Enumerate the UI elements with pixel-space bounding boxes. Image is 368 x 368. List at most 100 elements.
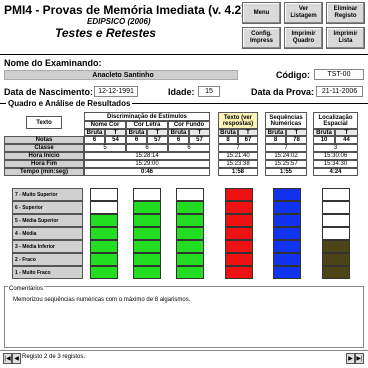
bar-segment	[133, 188, 161, 201]
score-cell: 54	[105, 136, 126, 144]
name-color-header: Nome Cor	[84, 121, 126, 129]
class-cell: 7	[265, 144, 307, 152]
bar-segment	[273, 266, 301, 279]
end-time-cell: 15:23:38	[218, 160, 258, 168]
menu-button[interactable]: Menu	[242, 2, 281, 24]
bar-segment	[273, 214, 301, 227]
header: PMI4 - Provas de Memória Imediata (v. 4.…	[0, 0, 368, 52]
bar-segment	[90, 266, 118, 279]
print-chart-button[interactable]: Imprimir Quadro	[284, 27, 323, 49]
comments-box[interactable]: Comentários Memorizou sequências numéric…	[4, 286, 364, 348]
bar-segment	[176, 201, 204, 214]
name-label: Nome do Examinando:	[4, 58, 102, 68]
class-cell: 6	[126, 144, 168, 152]
record-counter: Registo 2 de 3 registos.	[22, 354, 86, 360]
bruta-label: Bruta	[84, 129, 105, 136]
print-config-button[interactable]: Config. Impress	[242, 27, 281, 49]
code-label: Código:	[276, 70, 310, 80]
first-record-icon[interactable]: |◀	[3, 353, 12, 364]
bar-segment	[176, 188, 204, 201]
t-label: T	[238, 129, 258, 136]
duration-cell: 1:55	[265, 168, 307, 176]
score-cell: 57	[189, 136, 210, 144]
duration-cell: 1:58	[218, 168, 258, 176]
end-time-cell: 15:25:57	[265, 160, 307, 168]
bar-segment	[133, 227, 161, 240]
bruta-label: Bruta	[313, 129, 335, 136]
end-time-cell: 15:29:00	[84, 160, 210, 168]
row-label-hora-fim: Hora Fim	[4, 160, 84, 168]
score-cell: 57	[147, 136, 168, 144]
bar-segment	[322, 240, 350, 253]
bruta-label: Bruta	[218, 129, 238, 136]
score-cell: 78	[286, 136, 307, 144]
previous-record-icon[interactable]: ◀	[12, 353, 21, 364]
app-title: PMI4 - Provas de Memória Imediata (v. 4.…	[4, 3, 246, 17]
bar-segment	[176, 253, 204, 266]
bar-segment	[133, 266, 161, 279]
bar-segment	[176, 266, 204, 279]
bar-segment	[133, 201, 161, 214]
last-record-icon[interactable]: ▶|	[355, 353, 364, 364]
score-cell: 67	[238, 136, 258, 144]
level-label: 2 - Fraco	[12, 253, 83, 266]
bruta-label: Bruta	[168, 129, 189, 136]
test-date-field[interactable]: 21-11-2006	[316, 86, 363, 97]
birth-date-label: Data de Nascimento:	[4, 87, 94, 97]
app-subtitle: EDIPSICO (2006)	[87, 17, 151, 26]
name-field[interactable]: Anacleto Santinho	[4, 70, 238, 80]
bar-segment	[90, 227, 118, 240]
score-cell: 44	[335, 136, 358, 144]
bar-segment	[225, 266, 253, 279]
score-cell: 6	[168, 136, 189, 144]
score-cell: 8	[265, 136, 286, 144]
birth-date-field[interactable]: 12-12-1991	[94, 86, 138, 97]
bar-segment	[225, 227, 253, 240]
bar-segment	[273, 240, 301, 253]
start-time-cell: 15:30:06	[313, 152, 358, 160]
row-label-hora-inicio: Hora Início	[4, 152, 84, 160]
bar-segment	[273, 188, 301, 201]
bar-segment	[322, 188, 350, 201]
level-label: 4 - Média	[12, 227, 83, 240]
start-time-cell: 15:24:02	[265, 152, 307, 160]
class-cell: 6	[168, 144, 210, 152]
level-label: 7 - Muito Superior	[12, 188, 83, 201]
bruta-label: Bruta	[126, 129, 147, 136]
view-list-button[interactable]: Ver Listagem	[284, 2, 323, 24]
bar-segment	[133, 240, 161, 253]
row-label-classe: Classe	[4, 144, 84, 152]
class-cell: 5	[84, 144, 126, 152]
end-time-cell: 15:34:30	[313, 160, 358, 168]
t-label: T	[105, 129, 126, 136]
bar-segment	[225, 214, 253, 227]
bar-segment	[176, 240, 204, 253]
sequences-header: Sequências Numéricas	[265, 112, 307, 129]
row-label-tempo: Tempo (min:seg)	[4, 168, 84, 176]
bar-segment	[322, 201, 350, 214]
t-label: T	[286, 129, 307, 136]
bar-segment	[273, 227, 301, 240]
level-label: 5 - Média Superior	[12, 214, 83, 227]
background-color-header: Cor Fundo	[168, 121, 210, 129]
start-time-cell: 15:28:14	[84, 152, 210, 160]
bruta-label: Bruta	[265, 129, 286, 136]
code-field[interactable]: TST-00	[314, 69, 364, 80]
score-cell: 10	[313, 136, 335, 144]
comments-text: Memorizou sequências numéricas com o máx…	[13, 297, 191, 303]
bar-segment	[322, 227, 350, 240]
start-time-cell: 15:21:40	[218, 152, 258, 160]
bar-segment	[225, 201, 253, 214]
score-cell: 6	[126, 136, 147, 144]
bar-segment	[273, 201, 301, 214]
age-field[interactable]: 15	[198, 86, 220, 97]
text-answers-header[interactable]: Texto (ver respostas)	[218, 112, 258, 129]
delete-record-button[interactable]: Eliminar Registo	[326, 2, 365, 24]
age-label: Idade:	[168, 87, 195, 97]
print-list-button[interactable]: Imprimir Lista	[326, 27, 365, 49]
next-record-icon[interactable]: ▶	[346, 353, 355, 364]
class-cell: 7	[218, 144, 258, 152]
class-cell: 3	[313, 144, 358, 152]
discrimination-header: Discriminação de Estímulos	[84, 112, 210, 121]
level-label: 6 - Superior	[12, 201, 83, 214]
